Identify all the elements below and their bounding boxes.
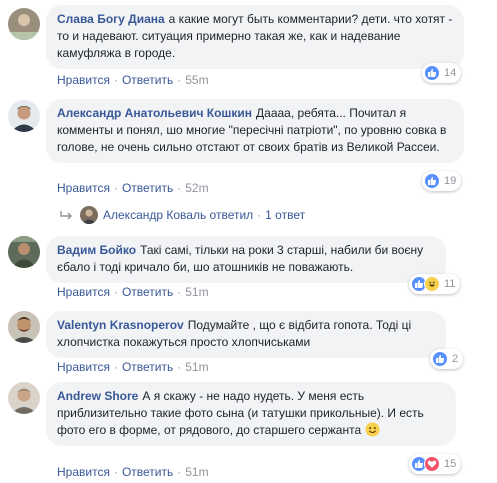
like-link[interactable]: Нравится (57, 360, 110, 374)
avatar[interactable] (8, 100, 40, 132)
comment-bubble: Valentyn Krasnoperov Подумайте , що є від… (46, 311, 446, 358)
reaction-summary[interactable]: 15 (409, 454, 462, 474)
reply-link[interactable]: Ответить (122, 181, 173, 195)
comment-actions: Нравится · Ответить · 55m (57, 73, 209, 87)
reaction-summary[interactable]: 2 (430, 349, 464, 369)
reaction-summary[interactable]: 19 (422, 171, 462, 191)
haha-reaction-icon (424, 276, 440, 292)
comment-time[interactable]: 55m (185, 73, 208, 87)
reply-link[interactable]: Ответить (122, 360, 173, 374)
like-reaction-icon (432, 351, 448, 367)
comment-author[interactable]: Andrew Shore (57, 389, 138, 403)
like-link[interactable]: Нравится (57, 73, 110, 87)
reply-link[interactable]: Ответить (122, 73, 173, 87)
comment-author[interactable]: Valentyn Krasnoperov (57, 318, 184, 332)
love-reaction-icon (424, 456, 440, 472)
reply-author-avatar (80, 206, 98, 224)
comment-bubble: Слава Богу Диана а какие могут быть комме… (46, 5, 464, 69)
reaction-count: 2 (452, 353, 459, 365)
like-reaction-icon (424, 173, 440, 189)
comment-author[interactable]: Вадим Бойко (57, 243, 136, 257)
like-reaction-icon (424, 65, 440, 81)
reply-link[interactable]: Ответить (122, 465, 173, 479)
avatar[interactable] (8, 382, 40, 414)
reaction-count: 19 (444, 175, 457, 187)
view-replies-link[interactable]: Александр Коваль ответил · 1 ответ (60, 205, 305, 225)
reply-link[interactable]: Ответить (122, 285, 173, 299)
comment-author[interactable]: Слава Богу Диана (57, 12, 165, 26)
replies-author[interactable]: Александр Коваль ответил (103, 208, 253, 222)
comment-actions: Нравится · Ответить · 51m (57, 465, 209, 479)
reaction-summary[interactable]: 14 (422, 63, 462, 83)
comment-actions: Нравится · Ответить · 52m (57, 181, 209, 195)
like-link[interactable]: Нравится (57, 285, 110, 299)
comment-actions: Нравится · Ответить · 51m (57, 360, 209, 374)
like-link[interactable]: Нравится (57, 465, 110, 479)
comment-time[interactable]: 51m (185, 285, 208, 299)
avatar[interactable] (8, 236, 40, 268)
comment-bubble: Andrew Shore А я скажу - не надо нудеть. … (46, 382, 456, 446)
comment-time[interactable]: 51m (185, 360, 208, 374)
reaction-count: 11 (444, 278, 456, 290)
comment-bubble: Вадим Бойко Такі самі, тільки на роки 3 с… (46, 236, 446, 283)
reaction-count: 15 (444, 458, 457, 470)
comment-author[interactable]: Александр Анатольевич Кошкин (57, 106, 252, 120)
avatar[interactable] (8, 311, 40, 343)
avatar[interactable] (8, 8, 40, 40)
reaction-summary[interactable]: 11 (409, 274, 461, 294)
comment-actions: Нравится · Ответить · 51m (57, 285, 209, 299)
comment-time[interactable]: 52m (185, 181, 208, 195)
comment-bubble: Александр Анатольевич Кошкин Даааа, ребят… (46, 99, 464, 163)
reply-arrow-icon (60, 211, 72, 220)
like-link[interactable]: Нравится (57, 181, 110, 195)
comment-time[interactable]: 51m (185, 465, 208, 479)
reaction-count: 14 (444, 67, 457, 79)
smile-emoji-icon (364, 422, 380, 437)
replies-count[interactable]: 1 ответ (265, 208, 305, 222)
